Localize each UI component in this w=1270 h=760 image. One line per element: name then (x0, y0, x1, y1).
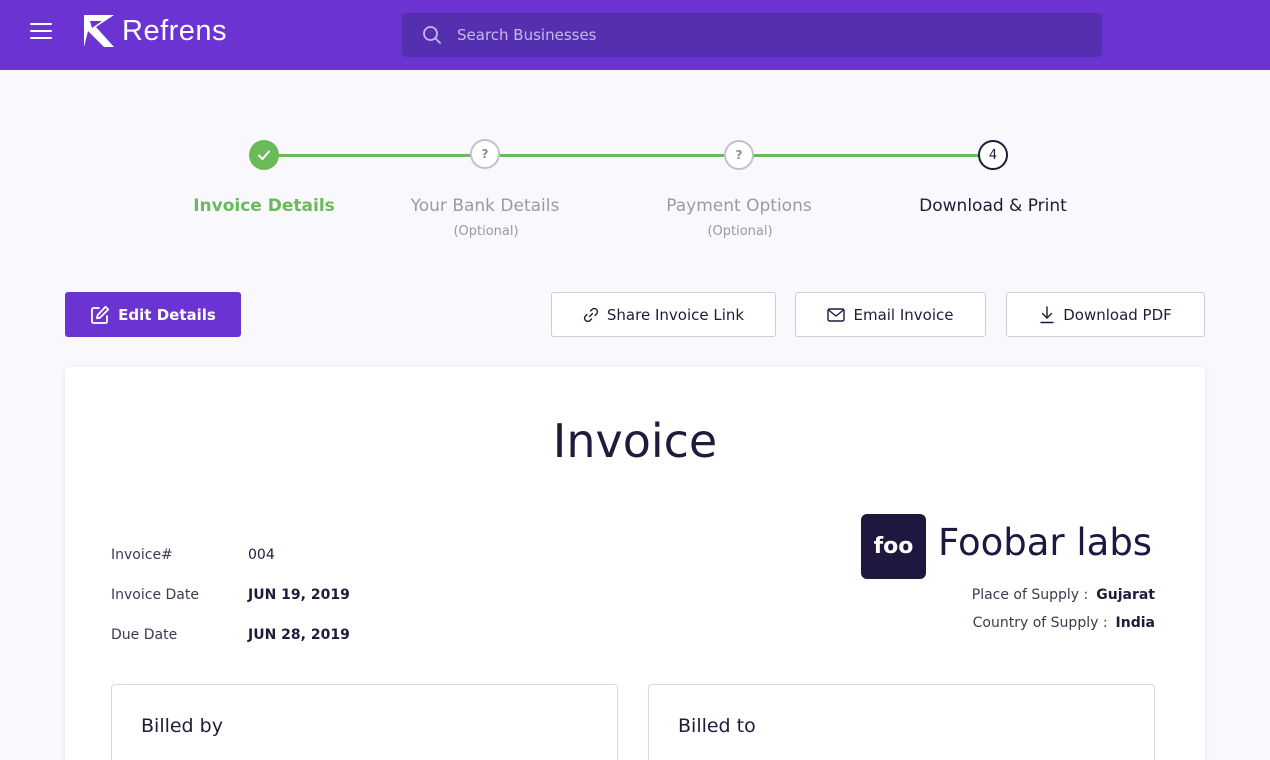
share-invoice-link-label: Share Invoice Link (606, 305, 745, 324)
refrens-logo-icon (84, 15, 114, 47)
place-of-supply: Place of Supply : Gujarat (972, 587, 1155, 603)
share-invoice-link-button[interactable]: Share Invoice Link (551, 292, 776, 337)
step-3-label[interactable]: Payment Options (629, 196, 849, 216)
place-of-supply-value: Gujarat (1096, 587, 1155, 603)
search-input[interactable] (457, 13, 1077, 57)
step-4-label[interactable]: Download & Print (883, 196, 1103, 216)
step-3-marker[interactable]: ? (724, 140, 754, 170)
country-of-supply-value: India (1115, 615, 1155, 631)
billed-to-title: Billed to (678, 715, 756, 737)
step-1-label[interactable]: Invoice Details (154, 196, 374, 216)
step-3-sublabel: (Optional) (707, 224, 773, 239)
edit-icon (91, 305, 110, 324)
step-connector (499, 154, 725, 157)
step-2-marker[interactable]: ? (470, 139, 500, 169)
brand-logo[interactable]: Refrens (82, 13, 227, 49)
invoice-title: Invoice (552, 414, 718, 468)
billed-by-title: Billed by (141, 715, 223, 737)
step-2-sublabel: (Optional) (453, 224, 519, 239)
edit-details-button[interactable]: Edit Details (65, 292, 241, 337)
email-invoice-label: Email Invoice (853, 305, 954, 324)
invoice-number-value: 004 (248, 547, 275, 563)
country-of-supply: Country of Supply : India (973, 615, 1155, 631)
top-navbar: Refrens (0, 0, 1270, 70)
check-icon (258, 150, 270, 160)
country-of-supply-label: Country of Supply : (972, 615, 1108, 631)
billed-to-panel: Billed to (648, 684, 1155, 760)
search-bar (402, 13, 1102, 57)
edit-details-label: Edit Details (118, 305, 216, 324)
billed-by-panel: Billed by (111, 684, 618, 760)
download-pdf-button[interactable]: Download PDF (1006, 292, 1205, 337)
invoice-number-label: Invoice# (111, 547, 173, 563)
business-logo: foo (861, 514, 926, 579)
invoice-date-value: JUN 19, 2019 (248, 587, 350, 603)
business-name: Foobar labs (938, 521, 1153, 564)
mail-icon (827, 307, 846, 322)
download-pdf-label: Download PDF (1063, 305, 1172, 324)
step-1-marker[interactable] (249, 140, 279, 170)
step-connector (278, 154, 471, 157)
due-date-value: JUN 28, 2019 (248, 627, 350, 643)
brand-name: Refrens (122, 14, 228, 47)
step-4-marker[interactable]: 4 (978, 140, 1008, 170)
step-connector (753, 154, 979, 157)
menu-icon[interactable] (30, 21, 52, 41)
step-2-label[interactable]: Your Bank Details (375, 196, 595, 216)
email-invoice-button[interactable]: Email Invoice (795, 292, 986, 337)
search-icon (423, 26, 441, 44)
download-icon (1040, 305, 1054, 323)
due-date-label: Due Date (111, 627, 178, 643)
link-icon (583, 307, 599, 322)
invoice-date-label: Invoice Date (111, 587, 199, 603)
place-of-supply-label: Place of Supply : (971, 587, 1089, 603)
